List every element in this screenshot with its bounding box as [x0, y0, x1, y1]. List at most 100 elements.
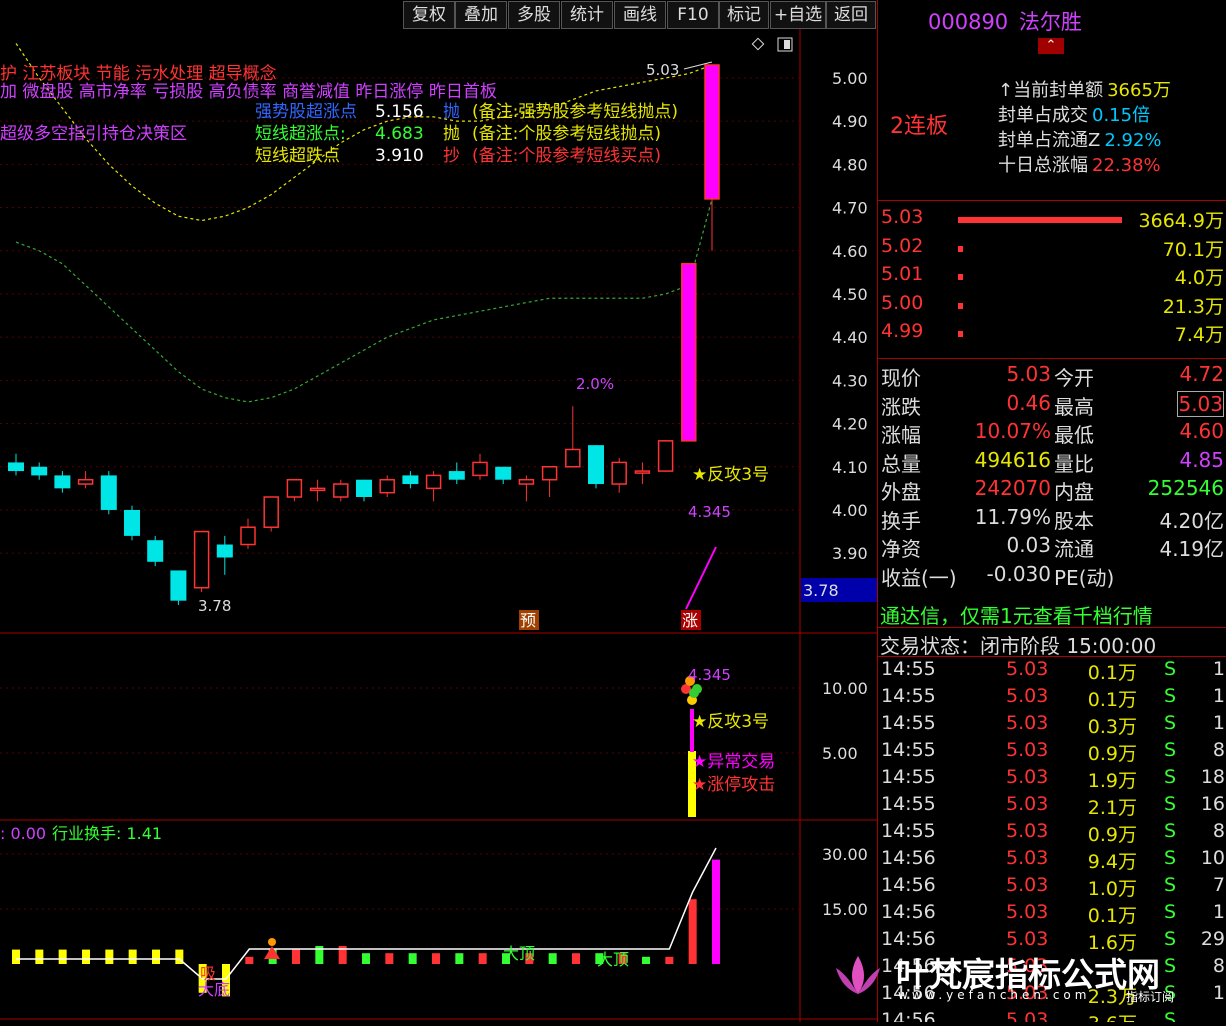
order-volume: 21.3万: [1162, 295, 1224, 318]
tick-volume: 1.0万: [1087, 878, 1137, 900]
candle: [379, 475, 395, 497]
signal-note: (备注:个股参考短线抛点): [472, 124, 661, 144]
quote-value: 4.85: [1179, 447, 1224, 472]
signal-action: 抄: [443, 146, 460, 166]
sub1-target-label: 4.345: [688, 666, 731, 684]
toolbar-button-8[interactable]: 返回: [826, 1, 876, 29]
watermark-url: www.yefanchen.com: [898, 988, 1091, 1002]
seal-info-value: 22.38%: [1092, 155, 1161, 176]
quote-label: 流通: [1054, 537, 1094, 561]
quote-label: 内盘: [1054, 480, 1094, 504]
tick-volume: 3.6万: [1088, 1009, 1137, 1022]
promo-text[interactable]: 通达信，仅需1元查看千档行情: [880, 600, 1153, 629]
quote-label: 量比: [1054, 451, 1094, 476]
sub2-bar: [688, 899, 697, 964]
signal-value: 5.156: [375, 102, 424, 122]
sub2-header-b: 行业换手: 1.41: [52, 824, 162, 843]
order-volume: 3664.9万: [1138, 210, 1224, 232]
tick-count: 29: [1200, 928, 1225, 950]
watermark-suffix: 指标订阅: [1126, 990, 1175, 1004]
tick-time: 14:55: [881, 712, 936, 734]
price-tick-label: 4.20: [832, 415, 868, 434]
toolbar-button-6[interactable]: 标记: [719, 1, 769, 29]
candle: [611, 458, 627, 493]
tick-side: S: [1164, 1009, 1177, 1022]
tick-time: 14:56: [881, 928, 936, 950]
quote-value: 4.20亿: [1159, 508, 1224, 533]
candle: [495, 466, 512, 485]
tick-time: 14:56: [881, 1009, 936, 1022]
quote-block: 现价 5.03 今开 4.72 涨跌 0.46 最高 5.03 涨幅 10.07% 最低 4.60 总量…: [878, 362, 1226, 598]
tick-price: 5.03: [1006, 766, 1049, 788]
chevron-up-icon[interactable]: ⌃: [1038, 38, 1064, 54]
quote-panel: 000890 法尔胜 ⌃ 2连板 ↑当前封单额 3665万 封单占成交 0.15倍 封单…: [877, 0, 1226, 1022]
order-book-row[interactable]: 5.00 21.3万: [878, 292, 1226, 320]
trade-status: 交易状态：闭市阶段 15:00:00: [880, 634, 1157, 658]
toolbar-button-1[interactable]: 叠加: [455, 1, 507, 29]
tick-volume: 0.9万: [1087, 743, 1137, 765]
tick-volume: 0.1万: [1087, 689, 1137, 711]
lotus-icon: [828, 952, 888, 1000]
diamond-icon[interactable]: [751, 37, 765, 51]
seal-info-label: 封单占成交: [998, 105, 1088, 126]
order-bar: [958, 331, 963, 337]
tick-row: 14:55 5.03 0.3万 S 1: [878, 712, 1226, 739]
tick-time: 14:56: [881, 874, 936, 896]
candle: [472, 453, 488, 480]
sub2-tick-label: 15.00: [822, 900, 868, 919]
seal-info-block: ↑当前封单额 3665万 封单占成交 0.15倍 封单占流通Z 2.92% 十日总涨幅 22.…: [878, 76, 1226, 186]
tick-row: 14:56 5.03 0.1万 S 1: [878, 901, 1226, 928]
order-book-row[interactable]: 5.03 3664.9万: [878, 206, 1226, 234]
tick-price: 5.03: [1006, 739, 1049, 761]
tick-side: S: [1164, 793, 1177, 815]
order-book-row[interactable]: 5.02 70.1万: [878, 235, 1226, 263]
sub2-bar: [572, 953, 580, 964]
seal-info-label: ↑当前封单额: [998, 80, 1104, 101]
sub2-dading-1: 大顶: [503, 944, 535, 963]
order-book-row[interactable]: 4.99 7.4万: [878, 320, 1226, 348]
order-book-row[interactable]: 5.01 4.0万: [878, 263, 1226, 291]
toolbar-button-5[interactable]: F10: [667, 1, 719, 29]
quote-label: 最高: [1054, 394, 1094, 419]
candle: [425, 471, 442, 502]
candle: [565, 406, 581, 468]
order-bar: [958, 302, 963, 309]
tick-volume: 0.3万: [1087, 716, 1137, 738]
toolbar-button-4[interactable]: 画线: [614, 1, 666, 29]
candle: [588, 445, 604, 489]
seal-info-value: 3665万: [1107, 80, 1171, 101]
quote-label: 外盘: [881, 480, 921, 504]
signal-note: (备注:个股参考短线买点): [472, 146, 661, 166]
signal-action: 抛: [443, 124, 460, 144]
quote-label: 最低: [1054, 423, 1094, 447]
tick-volume: 0.1万: [1087, 662, 1137, 684]
chart-toolbar: 复权 叠加 多股 统计 画线 F10 标记 +自选 返回: [0, 0, 877, 29]
signal-label: 短线超跌点: [255, 146, 340, 166]
tick-row: 14:55 5.03 2.1万 S 16: [878, 793, 1226, 820]
low-price-label: 3.78: [198, 597, 231, 615]
order-bar: [958, 274, 963, 280]
price-tick-label: 4.80: [832, 155, 868, 174]
sub1-yichang: ★异常交易: [692, 752, 775, 772]
sub1-tick-label: 5.00: [822, 744, 858, 763]
tick-side: S: [1164, 874, 1177, 896]
toolbar-button-3[interactable]: 统计: [561, 1, 613, 29]
tick-count: 1: [1212, 901, 1225, 923]
stock-code: 000890: [928, 10, 1009, 34]
sub2-bar: [665, 956, 674, 964]
sub2-bar: [642, 956, 650, 964]
panel-toggle-icon[interactable]: [777, 37, 793, 52]
sub2-bar: [245, 956, 254, 964]
toolbar-button-2[interactable]: 多股: [508, 1, 560, 29]
order-price: 5.01: [881, 263, 924, 285]
toolbar-button-7[interactable]: +自选: [770, 1, 826, 29]
sub2-bar: [292, 949, 300, 964]
price-tick-label: 4.40: [832, 328, 868, 347]
stock-name: 法尔胜: [1018, 10, 1082, 34]
tick-side: S: [1164, 685, 1177, 707]
quote-label: 现价: [881, 366, 921, 390]
sub2-tick-label: 30.00: [822, 845, 868, 864]
quote-value: 242070: [974, 476, 1051, 500]
toolbar-button-0[interactable]: 复权: [403, 1, 455, 29]
quote-row: 涨幅 10.07% 最低 4.60: [878, 419, 1226, 447]
